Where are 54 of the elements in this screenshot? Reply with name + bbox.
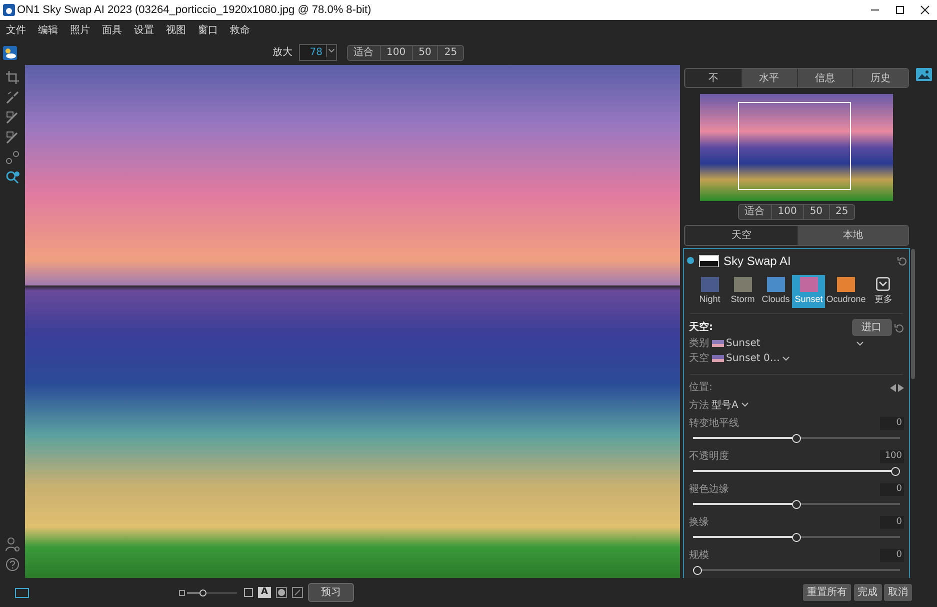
field-label: 类别 (689, 336, 709, 352)
text-toggle[interactable]: A (258, 587, 271, 598)
sky-preset[interactable]: Night (693, 274, 726, 308)
panel-tab[interactable]: 不 (685, 68, 741, 88)
slider-label: 规模 (689, 548, 710, 563)
navigator-zoom-button[interactable]: 25 (828, 204, 854, 219)
value-field[interactable]: 100 (880, 450, 904, 464)
slider-label: 换缘 (689, 516, 710, 530)
section-heading: 位置: (689, 380, 714, 396)
slider-label: 不透明度 (689, 450, 730, 464)
sky-preset[interactable]: 更多 (866, 274, 900, 308)
footer-button[interactable]: 完成 (854, 584, 882, 601)
preview-button[interactable]: 预习 (308, 583, 354, 602)
window-title: ON1 Sky Swap AI 2023 (03264_porticcio_1920x1080.jpg @ 78.0% 8-bit) (17, 2, 372, 18)
field-label: 天空 (689, 352, 709, 366)
slider-label: 转变地平线 (689, 416, 740, 431)
menu-item[interactable]: 编辑 (32, 22, 64, 38)
value-field[interactable]: 0 (880, 548, 904, 562)
zoom-preset-button[interactable]: 100 (380, 46, 412, 60)
value-field[interactable]: 0 (880, 416, 904, 430)
menu-item[interactable]: 设置 (128, 22, 160, 38)
panel-tab[interactable]: 水平 (740, 68, 796, 88)
footer-button[interactable]: 取消 (884, 584, 912, 601)
dropdown[interactable]: Sunset 0… (726, 351, 790, 366)
sky-preset[interactable]: Ocudrone (825, 274, 867, 308)
zoom-preset-button[interactable]: 适合 (348, 46, 380, 60)
dropdown[interactable]: 型号A (712, 398, 749, 413)
menu-item[interactable]: 照片 (64, 22, 96, 38)
section-heading: 天空: (689, 320, 714, 336)
field-label: 方法 (689, 398, 709, 413)
mode-tab[interactable]: 本地 (796, 226, 908, 245)
filter-title: Sky Swap AI (724, 252, 792, 270)
mode-tab[interactable]: 天空 (685, 226, 796, 245)
menu-item[interactable]: 面具 (96, 22, 128, 38)
value-field[interactable]: 0 (880, 516, 904, 530)
zoom-label: 放大 (272, 46, 294, 60)
import-button[interactable]: 进口 (852, 319, 892, 336)
dropdown[interactable]: Sunset (726, 336, 904, 352)
navigator-zoom-button[interactable]: 适合 (738, 204, 771, 219)
panel-tab[interactable]: 历史 (852, 68, 908, 88)
menu-item[interactable]: 窗口 (192, 22, 224, 38)
slider-label: 褪色边缘 (689, 482, 730, 497)
panel-tab[interactable]: 信息 (796, 68, 852, 88)
sky-preset[interactable]: Clouds (759, 274, 792, 308)
value-field[interactable]: 0 (880, 482, 904, 496)
navigator-zoom-button[interactable]: 50 (802, 204, 829, 219)
menu-item[interactable]: 救命 (224, 22, 256, 38)
navigator-zoom-button[interactable]: 100 (770, 204, 803, 219)
zoom-preset-button[interactable]: 25 (437, 46, 464, 60)
zoom-preset-button[interactable]: 50 (412, 46, 438, 60)
menu-item[interactable]: 视图 (160, 22, 192, 38)
sky-preset[interactable]: Storm (726, 274, 760, 308)
footer-button[interactable]: 重置所有 (803, 584, 851, 601)
menu-item[interactable]: 文件 (0, 22, 32, 38)
